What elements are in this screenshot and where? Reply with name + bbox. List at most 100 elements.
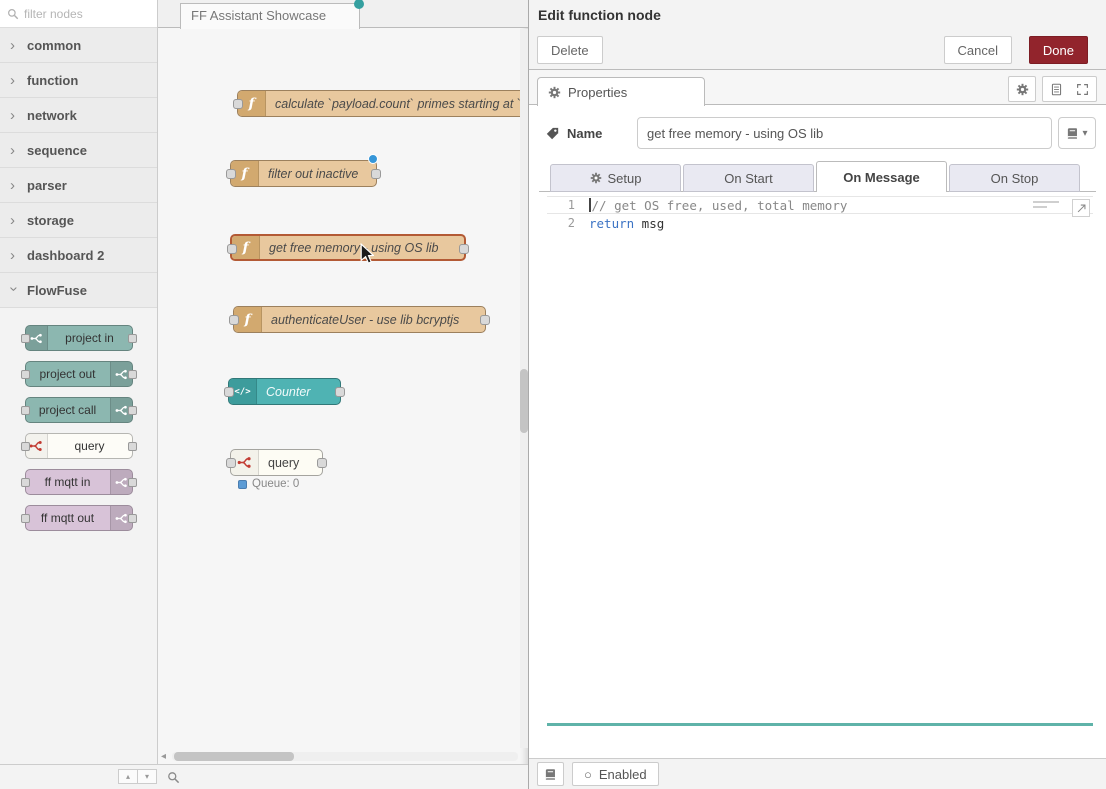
code-line[interactable]: 2 return msg [547,214,1093,232]
mouse-cursor [360,243,374,265]
node-input-port[interactable] [224,387,234,397]
canvas-horizontal-scrollbar[interactable] [172,752,518,761]
node-status-text: Queue: 0 [252,478,299,490]
tab-setup[interactable]: Setup [550,164,681,192]
tab-on-start[interactable]: On Start [683,164,814,192]
chevron-right-icon: › [10,108,18,123]
editor-expand-button[interactable] [1072,199,1090,217]
flow-node-get-free-memory[interactable]: f get free memory - using OS lib [230,234,466,261]
node-port-stub [21,478,30,487]
palette-category-label: storage [27,213,74,228]
chevron-down-icon: › [7,286,22,294]
node-input-port[interactable] [226,458,236,468]
node-settings-button[interactable] [1008,76,1036,102]
edit-node-tray: Edit function node Delete Cancel Done Pr… [528,0,1106,789]
expand-tray-button[interactable] [1069,76,1097,102]
function-tabs: Setup On Start On Message On Stop [539,161,1096,192]
node-port-stub [21,334,30,343]
tray-tab-row: Properties [529,70,1106,105]
palette-node-label: ff mqtt out [26,511,110,525]
flow-node-filter-out-inactive[interactable]: f filter out inactive [230,160,377,187]
node-label: query [259,456,322,470]
code-keyword: return [589,216,634,231]
library-dropdown-button[interactable]: ▾ [1058,117,1096,149]
palette-category-label: parser [27,178,67,193]
palette-scroll-down-button[interactable]: ▾ [137,769,157,784]
palette-scroll-up-button[interactable]: ▴ [118,769,138,784]
node-output-port[interactable] [335,387,345,397]
book-icon [544,768,557,781]
chevron-right-icon: › [10,213,18,228]
scrollbar-thumb[interactable] [174,752,294,761]
node-output-port[interactable] [459,244,469,254]
node-port-stub [128,442,137,451]
flow-node-calculate-primes[interactable]: f calculate `payload.count` primes start… [237,90,528,117]
palette-node-project-out[interactable]: project out [25,361,133,387]
flow-node-counter[interactable]: </> Counter [228,378,341,405]
node-output-port[interactable] [317,458,327,468]
code-editor[interactable]: 1 // get OS free, used, total memory 2 r… [547,196,1093,726]
node-output-port[interactable] [480,315,490,325]
library-button[interactable] [537,762,564,786]
chevron-right-icon: › [10,248,18,263]
palette-category-sequence[interactable]: › sequence [0,133,157,168]
properties-tab[interactable]: Properties [537,77,705,106]
cancel-button[interactable]: Cancel [944,36,1012,64]
code-line[interactable]: 1 // get OS free, used, total memory [547,196,1093,214]
flow-node-authenticate-user[interactable]: f authenticateUser - use lib bcryptjs [233,306,486,333]
node-port-stub [21,406,30,415]
search-icon [7,8,19,20]
node-input-port[interactable] [229,315,239,325]
palette-category-parser[interactable]: › parser [0,168,157,203]
bottom-toolbar: ▴ ▾ [0,764,528,789]
status-dot-icon [238,480,247,489]
tab-label: On Stop [991,171,1039,186]
node-name-input[interactable] [637,117,1052,149]
palette-category-label: common [27,38,81,53]
palette-node-project-call[interactable]: project call [25,397,133,423]
palette-node-ff-mqtt-out[interactable]: ff mqtt out [25,505,133,531]
palette-search-box[interactable] [0,0,157,28]
node-changed-dot [368,154,378,164]
scrollbar-thumb[interactable] [520,369,528,433]
node-label: filter out inactive [259,167,376,181]
palette-category-storage[interactable]: › storage [0,203,157,238]
scroll-left-arrow[interactable]: ◂ [161,752,166,762]
node-input-port[interactable] [227,244,237,254]
flow-canvas[interactable]: FF Assistant Showcase f calculate `paylo… [158,0,528,764]
expand-icon [1076,83,1089,96]
palette-category-function[interactable]: › function [0,63,157,98]
palette-node-ff-mqtt-in[interactable]: ff mqtt in [25,469,133,495]
palette-node-project-in[interactable]: project in [25,325,133,351]
palette-category-common[interactable]: › common [0,28,157,63]
code-comment: // get OS free, used, total memory [592,198,848,213]
node-status: Queue: 0 [238,478,299,490]
node-output-port[interactable] [371,169,381,179]
editor-resize-bar[interactable] [547,723,1093,726]
tab-on-stop[interactable]: On Stop [949,164,1080,192]
done-button[interactable]: Done [1029,36,1088,64]
zoom-search-icon[interactable] [167,769,180,787]
canvas-vertical-scrollbar[interactable] [520,29,528,748]
chevron-right-icon: › [10,73,18,88]
workspace-tab[interactable]: FF Assistant Showcase [180,3,360,29]
workspace-tab-bar: FF Assistant Showcase [158,0,528,28]
node-input-port[interactable] [226,169,236,179]
palette-node-query[interactable]: query [25,433,133,459]
node-port-stub [21,514,30,523]
enabled-toggle-button[interactable]: ○ Enabled [572,762,659,786]
palette-category-flowfuse[interactable]: › FlowFuse [0,273,157,308]
tab-on-message[interactable]: On Message [816,161,947,192]
node-port-stub [128,478,137,487]
node-input-port[interactable] [233,99,243,109]
delete-button[interactable]: Delete [537,36,603,64]
palette-category-dashboard-2[interactable]: › dashboard 2 [0,238,157,273]
flow-node-query[interactable]: query [230,449,323,476]
palette-node-label: ff mqtt in [26,475,110,489]
node-port-stub [128,406,137,415]
palette-category-network[interactable]: › network [0,98,157,133]
line-number: 2 [547,216,589,230]
node-description-button[interactable] [1042,76,1070,102]
chevron-right-icon: › [10,38,18,53]
palette-search-input[interactable] [24,7,134,21]
